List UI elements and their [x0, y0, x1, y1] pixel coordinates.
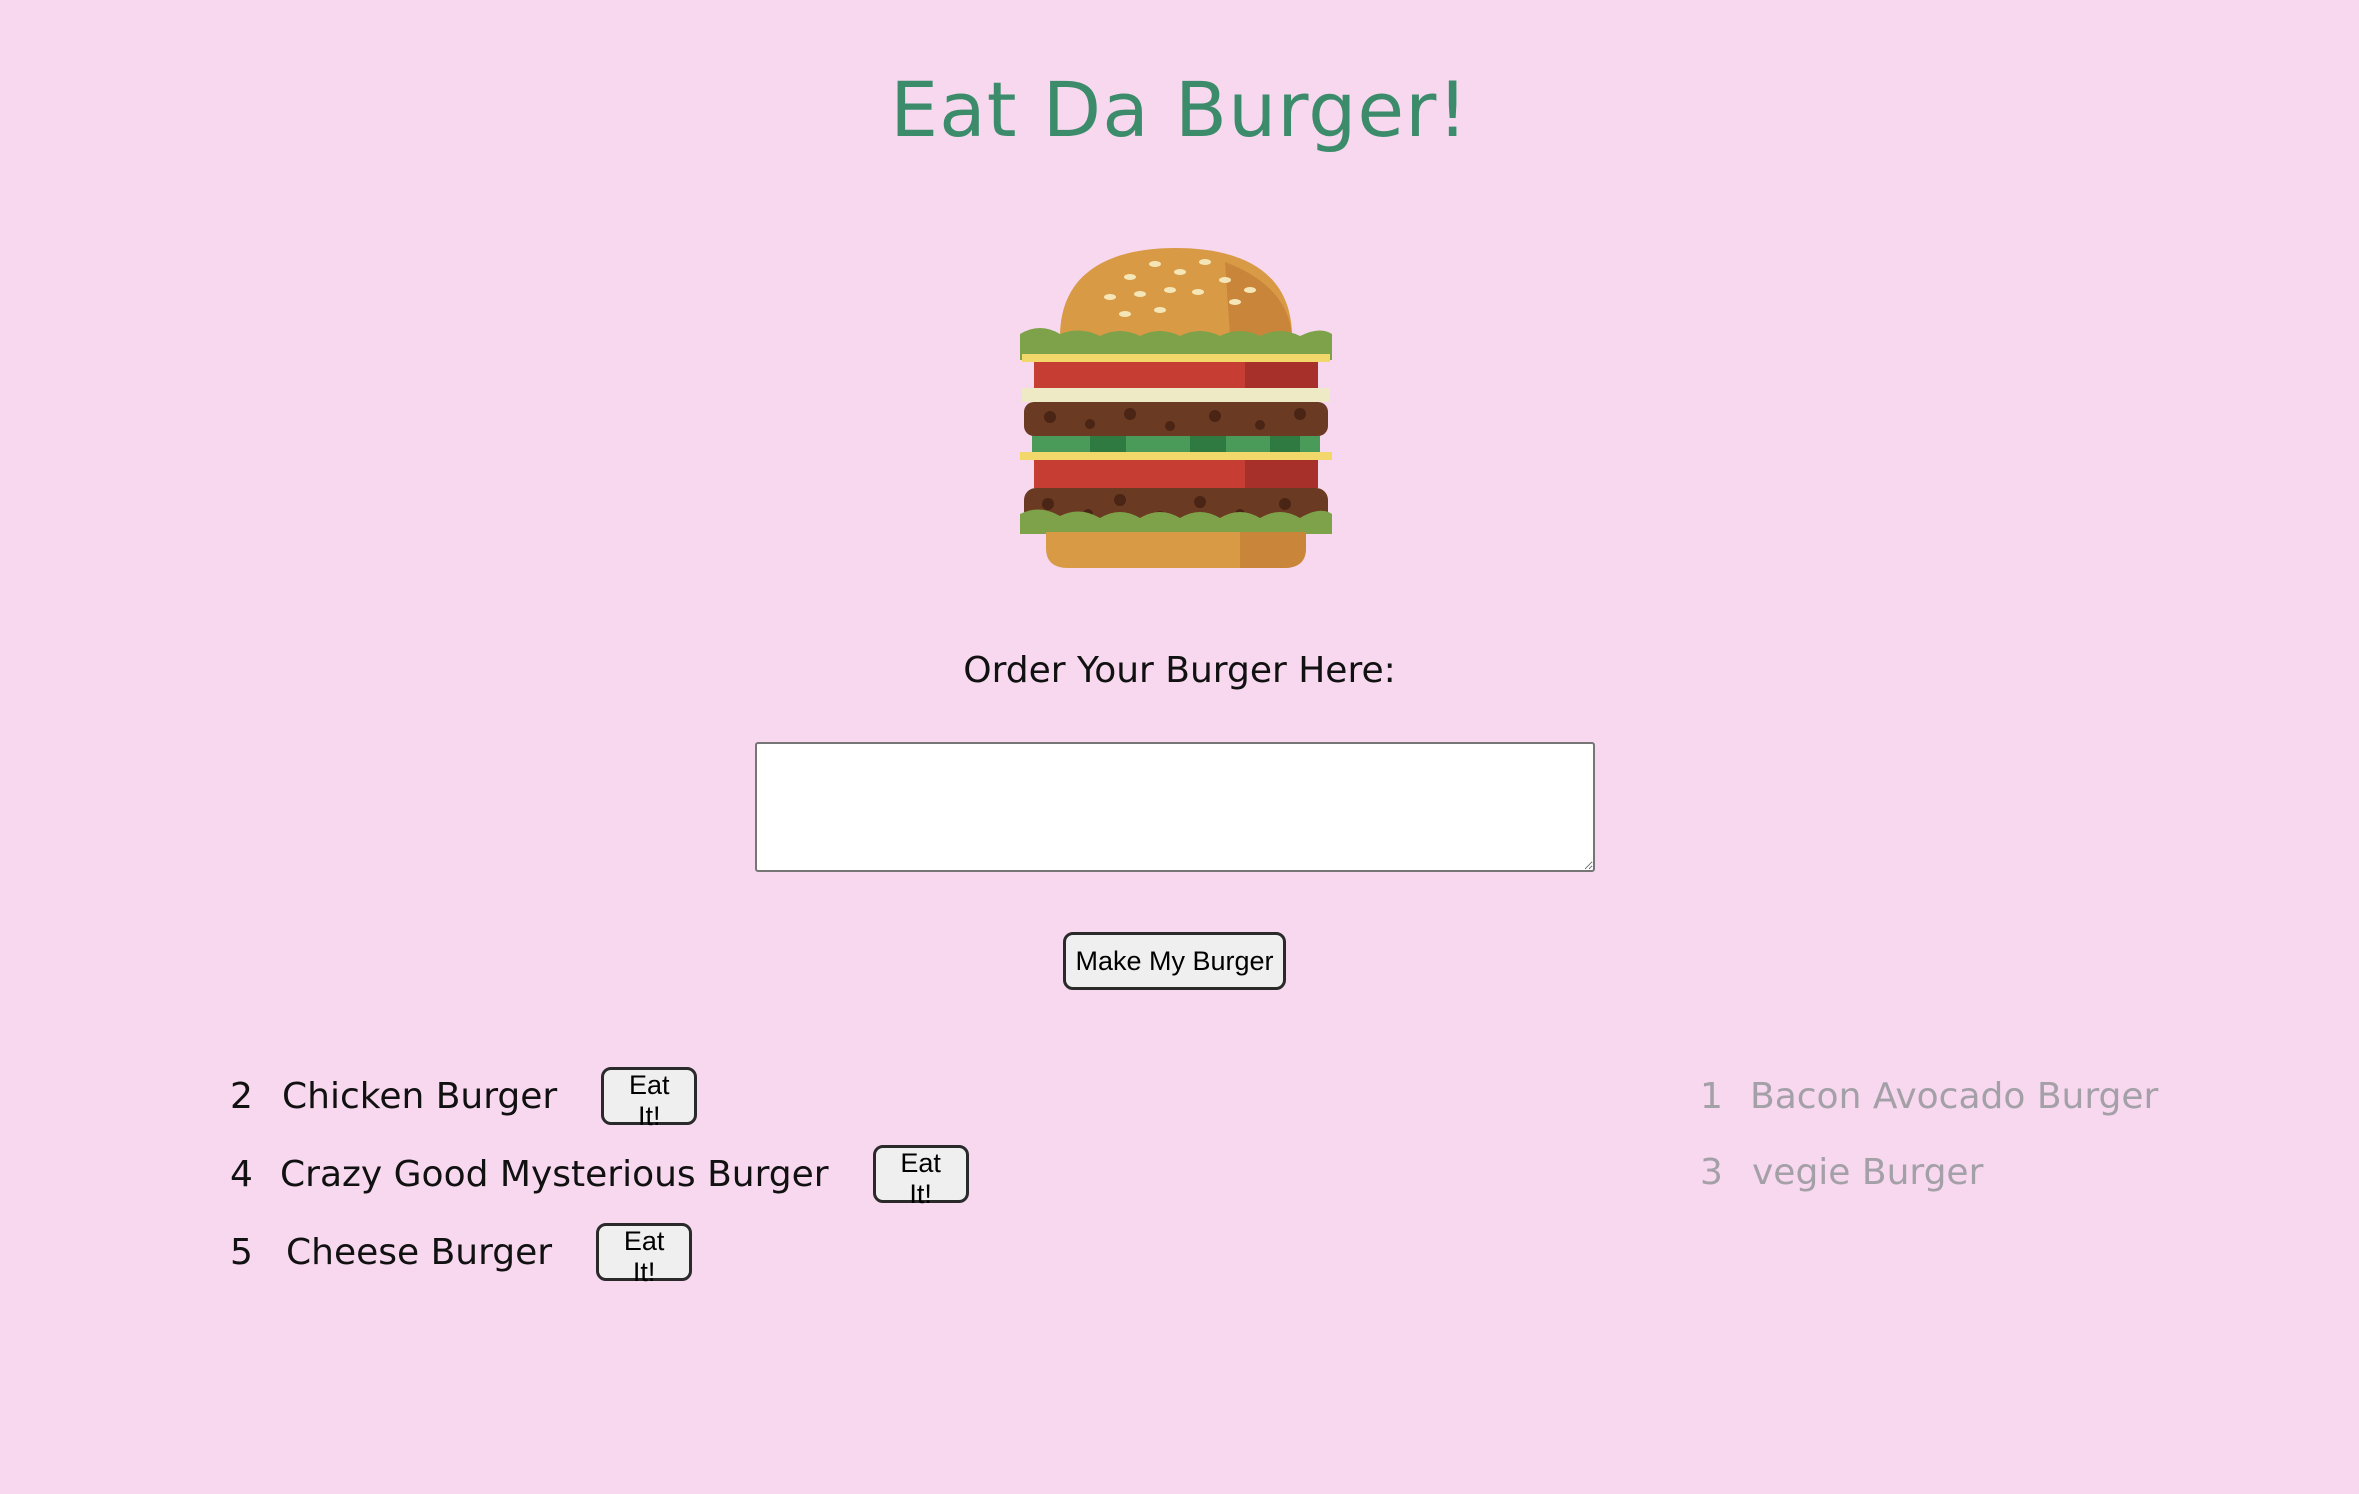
list-item: 2 Chicken Burger Eat It! — [230, 1066, 698, 1131]
devoured-list-item: 1 Bacon Avocado Burger — [1700, 1066, 2158, 1126]
devoured-list-item: 3 vegie Burger — [1700, 1142, 1983, 1202]
burger-id: 5 — [230, 1231, 253, 1273]
burger-id: 4 — [230, 1153, 253, 1195]
order-form-label: Order Your Burger Here: — [963, 650, 1396, 691]
list-item: 4 Crazy Good Mysterious Burger Eat It! — [230, 1144, 969, 1209]
burger-name: Bacon Avocado Burger — [1750, 1075, 2159, 1117]
burger-name: Crazy Good Mysterious Burger — [280, 1153, 829, 1195]
eat-it-button[interactable]: Eat It! — [601, 1067, 698, 1131]
burger-name-input[interactable] — [755, 742, 1595, 872]
burger-name: vegie Burger — [1752, 1151, 1984, 1193]
list-item: 5 Cheese Burger Eat It! — [230, 1222, 693, 1287]
eat-it-button[interactable]: Eat It! — [596, 1223, 693, 1287]
page-title: Eat Da Burger! — [890, 65, 1469, 154]
burger-id: 2 — [230, 1075, 253, 1117]
burger-name: Chicken Burger — [282, 1075, 558, 1117]
burger-icon — [1020, 248, 1332, 568]
make-burger-button[interactable]: Make My Burger — [1063, 932, 1286, 990]
burger-name: Cheese Burger — [286, 1231, 553, 1273]
burger-id: 3 — [1700, 1151, 1723, 1193]
eat-it-button[interactable]: Eat It! — [872, 1145, 969, 1209]
burger-id: 1 — [1700, 1075, 1723, 1117]
